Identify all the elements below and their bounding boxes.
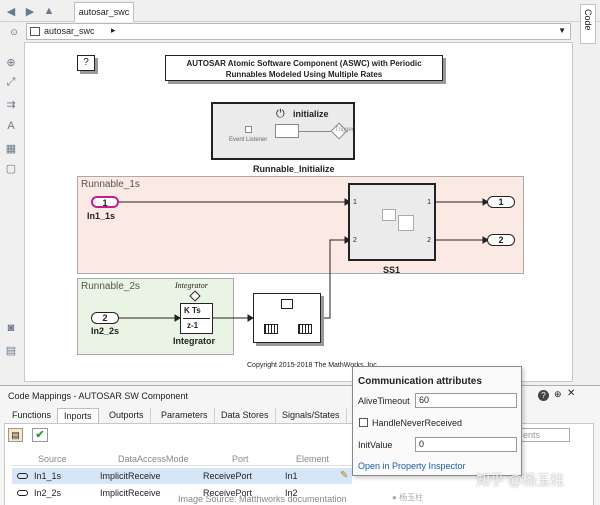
integrator-kts: K Ts (184, 306, 201, 315)
row2-mode[interactable]: ImplicitReceive (100, 488, 161, 498)
table-row[interactable] (12, 468, 352, 484)
column-data-access-mode[interactable]: DataAccessMode (118, 454, 189, 464)
inport-in1-1s[interactable]: 1 (91, 196, 119, 208)
breadcrumb-arrow-icon[interactable]: ▸ (111, 25, 116, 36)
breadcrumb[interactable]: autosar_swc ▸ ▼ (26, 23, 571, 40)
ss1-inner-block-b (398, 215, 414, 231)
search-placeholder: ents (523, 430, 541, 440)
screenshot-icon[interactable]: ◙ (3, 320, 19, 336)
tab-parameters[interactable]: Parameters (155, 408, 215, 423)
zhihu-small-watermark: ● 杨玉柱 (392, 492, 423, 503)
code-mappings-title: Code Mappings - AUTOSAR SW Component (8, 391, 188, 401)
outport-1[interactable]: 1 (487, 196, 515, 208)
code-side-tab[interactable]: Code (580, 4, 596, 44)
breadcrumb-icon (30, 27, 40, 36)
ss1-port-in1: 1 (353, 199, 357, 206)
code-side-tab-label: Code (583, 9, 593, 31)
tab-signals-states[interactable]: Signals/States (276, 408, 347, 423)
zhihu-user-icon: ● (392, 493, 397, 502)
init-value-label: InitValue (358, 440, 393, 450)
ss1-inner-block-a (382, 209, 396, 221)
up-icon[interactable]: ▲ (41, 3, 57, 19)
integrator-top-label: Integrator (175, 281, 208, 290)
left-palette: ⊕ ⤢ ⇉ A ▦ ▢ ◙ ▤ (0, 42, 22, 382)
image-source-watermark: Image Source: Matthworks documentation (178, 494, 347, 504)
row1-port[interactable]: ReceivePort (203, 471, 252, 481)
tab-outports[interactable]: Outports (103, 408, 151, 423)
communication-attributes-popup: Communication attributes AliveTimeout 60… (352, 366, 522, 476)
fc-inner-left (264, 324, 278, 334)
integrator-divider (183, 318, 210, 319)
alive-timeout-input[interactable]: 60 (415, 393, 517, 408)
inport-in1-1s-label: In1_1s (87, 211, 116, 221)
row1-mode[interactable]: ImplicitReceive (100, 471, 161, 481)
tab-functions[interactable]: Functions (6, 408, 59, 423)
annotation-icon[interactable]: A (3, 118, 19, 134)
inport-row-icon (17, 473, 28, 479)
image-icon[interactable]: ▦ (3, 140, 19, 156)
column-port[interactable]: Port (232, 454, 249, 464)
inport-in2-2s[interactable]: 2 (91, 312, 119, 324)
model-tab[interactable]: autosar_swc (74, 2, 134, 22)
breadcrumb-bar: ⊙ autosar_swc ▸ ▼ (0, 23, 580, 41)
popup-title: Communication attributes (358, 376, 482, 387)
breadcrumb-dropdown-icon[interactable]: ▼ (558, 26, 566, 35)
edit-pencil-icon[interactable]: ✎ (340, 470, 348, 481)
handle-never-received-checkbox[interactable] (359, 418, 368, 427)
zoom-icon[interactable]: ⊕ (3, 54, 19, 70)
row1-element[interactable]: In1 (285, 471, 298, 481)
integrator-z: z-1 (187, 321, 199, 330)
handle-never-received-label: HandleNeverReceived (372, 418, 463, 428)
inport-in2-2s-label: In2_2s (91, 326, 120, 336)
table-settings-icon[interactable]: ▤ (8, 428, 23, 442)
pin-icon[interactable]: ⊕ (554, 389, 562, 400)
column-element[interactable]: Element (296, 454, 329, 464)
zhihu-watermark: 知乎 @杨玉柱 (476, 472, 565, 488)
ss1-subsystem-block[interactable]: 1 2 1 2 (348, 183, 436, 261)
top-toolbar: ◀ ▶ ▲ autosar_swc (0, 0, 600, 22)
row2-source: In2_2s (34, 488, 62, 498)
ss1-port-out1: 1 (427, 199, 431, 206)
outport-2[interactable]: 2 (487, 234, 515, 246)
fit-view-icon[interactable]: ⤢ (3, 74, 19, 90)
validate-check-icon[interactable]: ✔ (32, 428, 48, 442)
model-browser-icon[interactable]: ▤ (3, 342, 19, 358)
signal-arrow-icon[interactable]: ⇉ (3, 96, 19, 112)
ss1-port-out2: 2 (427, 237, 431, 244)
open-property-inspector-link[interactable]: Open in Property Inspector (358, 461, 466, 471)
help-circle-icon[interactable]: ? (538, 390, 549, 401)
model-canvas[interactable]: ? AUTOSAR Atomic Software Component (ASW… (24, 42, 573, 382)
ss1-port-in2: 2 (353, 237, 357, 244)
inport-row-icon (17, 490, 28, 496)
forward-icon[interactable]: ▶ (22, 3, 38, 19)
back-icon[interactable]: ◀ (3, 3, 19, 19)
integrator-block[interactable]: K Ts z-1 (180, 303, 213, 334)
fc-inner-right (298, 324, 312, 334)
integrator-label: Integrator (173, 336, 216, 346)
hide-explorer-icon[interactable]: ⊙ (6, 24, 22, 40)
ss1-label: SS1 (383, 265, 401, 275)
tab-data-stores[interactable]: Data Stores (215, 408, 276, 423)
close-icon[interactable]: ✕ (567, 388, 575, 399)
row1-source: In1_1s (34, 471, 62, 481)
alive-timeout-label: AliveTimeout (358, 396, 410, 406)
area-icon[interactable]: ▢ (3, 160, 19, 176)
tab-inports[interactable]: Inports (57, 408, 99, 423)
fc-inner-top (281, 299, 293, 309)
function-call-subsystem-block[interactable] (253, 293, 321, 343)
column-source[interactable]: Source (38, 454, 67, 464)
init-value-input[interactable]: 0 (415, 437, 517, 452)
zhihu-small-label: 杨玉柱 (399, 493, 424, 502)
breadcrumb-label: autosar_swc (44, 26, 95, 36)
